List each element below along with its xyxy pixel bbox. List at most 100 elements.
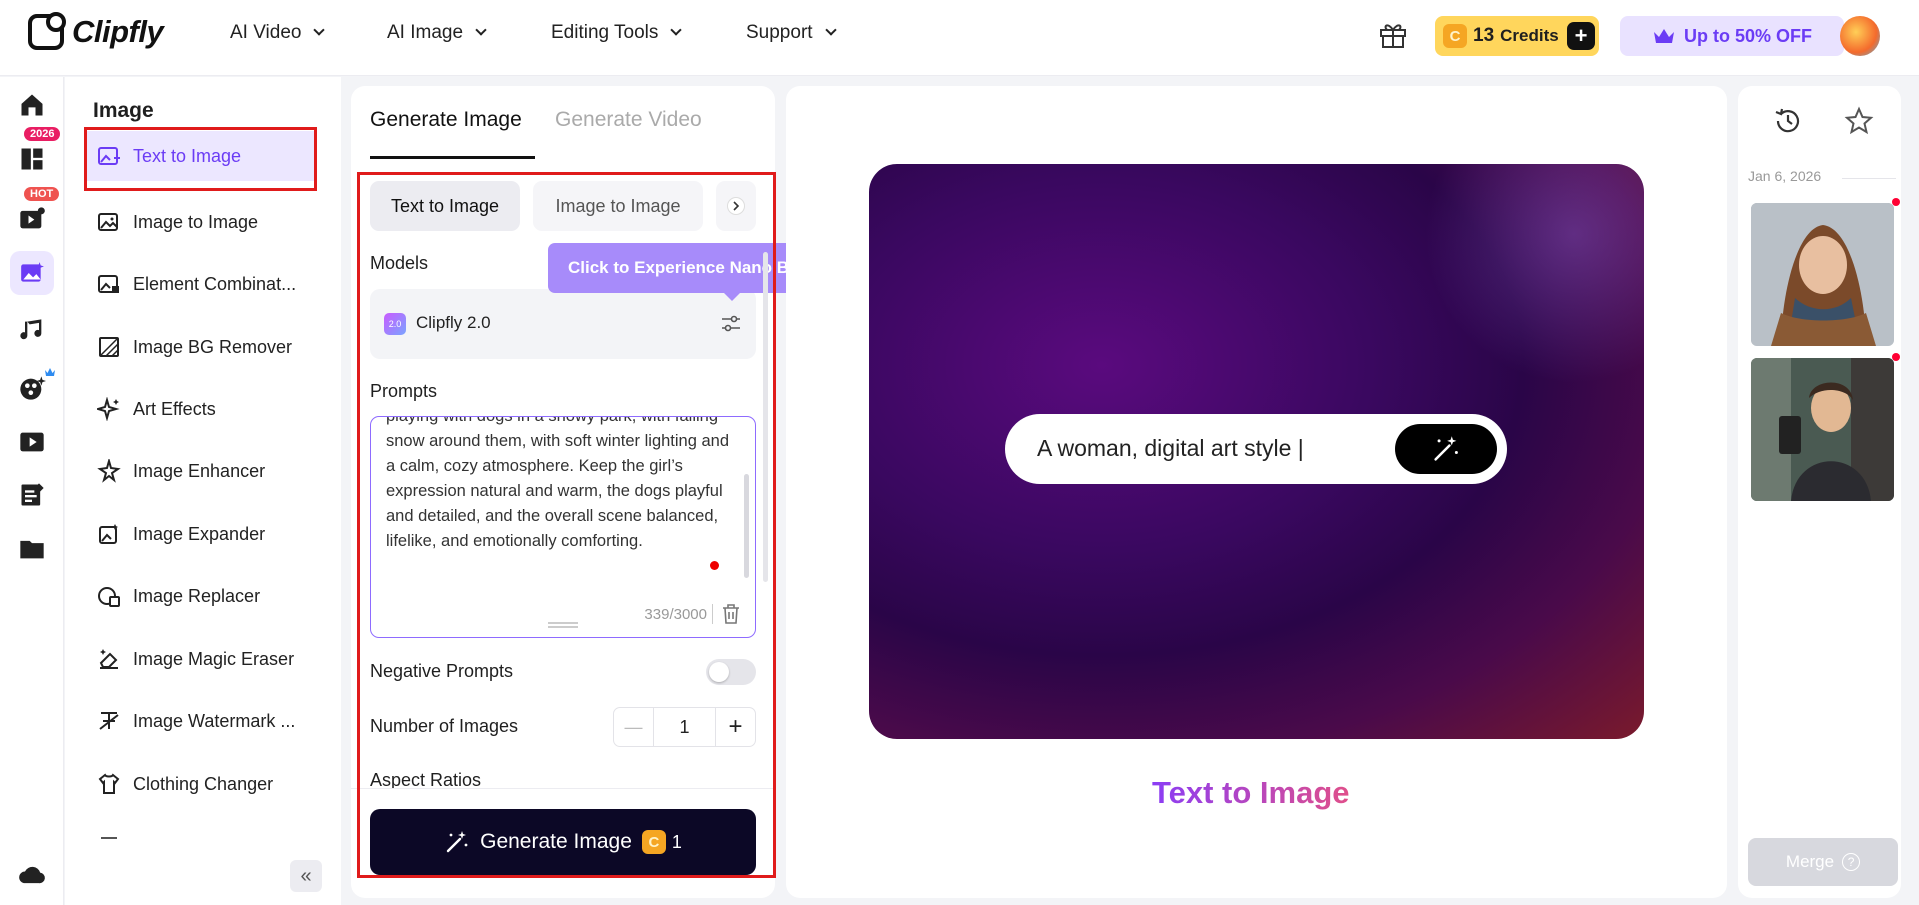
prompt-viewport: playing with dogs in a snowy park, with … <box>371 417 755 593</box>
bg-remover-icon <box>99 337 119 357</box>
tool-label: Image Replacer <box>133 585 261 606</box>
history-thumbnail-1[interactable] <box>1751 203 1894 346</box>
model-name: Clipfly 2.0 <box>416 313 491 332</box>
history-date: Jan 6, 2026 <box>1748 168 1822 184</box>
folder-icon[interactable] <box>18 535 46 563</box>
aspect-ratios-label: Aspect Ratios <box>370 770 482 788</box>
nav-ai-video[interactable]: AI Video <box>230 22 326 44</box>
chevron-down-icon <box>824 24 837 36</box>
tool-art-effects[interactable]: Art Effects <box>85 384 315 434</box>
decrement-button[interactable]: — <box>614 708 654 746</box>
chevron-right-icon <box>727 197 745 215</box>
user-avatar[interactable] <box>1840 16 1880 56</box>
prompt-char-count: 339/3000 <box>644 606 707 623</box>
tab-generate-video[interactable]: Generate Video <box>555 108 702 132</box>
tool-image-enhancer[interactable]: Image Enhancer <box>85 446 315 496</box>
ai-image-icon <box>21 262 44 282</box>
nav-editing-tools[interactable]: Editing Tools <box>551 22 683 44</box>
negative-prompts-toggle[interactable] <box>706 659 756 685</box>
sample-prompt-bar[interactable]: A woman, digital art style | <box>1005 414 1507 484</box>
sample-generate-button[interactable] <box>1395 424 1497 474</box>
magic-wand-icon <box>446 831 468 853</box>
history-clock-icon[interactable] <box>1773 106 1803 136</box>
settings-sliders-icon[interactable] <box>720 313 742 335</box>
chevron-down-icon <box>313 24 326 36</box>
trash-icon[interactable] <box>721 603 741 625</box>
ai-video-icon[interactable] <box>18 205 46 233</box>
magic-eraser-icon <box>99 649 118 669</box>
video-player-icon[interactable] <box>18 428 46 456</box>
models-label: Models <box>370 253 429 273</box>
nav-support[interactable]: Support <box>746 22 837 44</box>
collapse-sidebar-button[interactable]: « <box>290 860 322 892</box>
image-replacer-icon <box>98 587 120 607</box>
generate-image-button[interactable]: Generate Image C 1 <box>370 809 756 875</box>
coin-icon: C <box>641 830 666 854</box>
model-version-badge: 2.0 <box>384 313 406 335</box>
model-selector[interactable]: 2.0 Clipfly 2.0 <box>370 289 756 359</box>
tool-label: Image Watermark ... <box>133 710 296 731</box>
chevron-down-icon <box>670 24 683 36</box>
document-edit-icon[interactable] <box>18 481 46 509</box>
active-tab-underline <box>370 156 535 159</box>
tool-label: Image Enhancer <box>133 460 266 481</box>
history-thumbnail-2[interactable] <box>1751 358 1894 501</box>
tool-image-to-image[interactable]: Image to Image <box>85 197 315 247</box>
prompt-textarea[interactable]: playing with dogs in a snowy park, with … <box>370 416 756 638</box>
favorites-star-icon[interactable] <box>1844 106 1874 136</box>
nav-support-label: Support <box>746 22 813 43</box>
subtab-image-to-image[interactable]: Image to Image <box>533 181 703 231</box>
subtab-text-to-image[interactable]: Text to Image <box>370 181 520 231</box>
tool-image-watermark[interactable]: Image Watermark ... <box>85 696 315 746</box>
notification-dot <box>710 561 719 570</box>
panel-scrollbar[interactable] <box>763 252 768 582</box>
tool-element-combination[interactable]: Element Combinat... <box>85 259 315 309</box>
crown-icon <box>1653 29 1674 43</box>
tools-title: Image <box>93 99 154 122</box>
subtab-next-button[interactable] <box>716 181 756 231</box>
home-icon[interactable] <box>18 91 46 119</box>
new-year-badge: 2026 <box>24 127 61 141</box>
magic-wand-icon <box>1434 436 1458 461</box>
credits-button[interactable]: C 13 Credits + <box>1435 16 1599 56</box>
woman-winter-portrait-image <box>1751 203 1894 346</box>
music-icon[interactable] <box>18 317 46 345</box>
aspect-ratios-peek: Aspect Ratios <box>351 765 775 788</box>
brand-logo[interactable]: Clipfly <box>28 12 164 50</box>
tool-image-replacer[interactable]: Image Replacer <box>85 571 315 621</box>
resize-grip[interactable] <box>548 622 578 628</box>
tool-label: Image to Image <box>133 211 259 232</box>
prompt-scrollbar[interactable] <box>744 474 749 578</box>
offer-button[interactable]: Up to 50% OFF <box>1620 16 1844 56</box>
cloud-icon[interactable] <box>18 861 46 889</box>
ai-image-nav-active[interactable] <box>10 251 54 295</box>
merge-button[interactable]: Merge ? <box>1748 838 1898 886</box>
top-bar: Clipfly AI Video AI Image Editing Tools … <box>0 0 1919 76</box>
new-item-dot <box>1892 198 1900 206</box>
tool-image-expander[interactable]: Image Expander <box>85 509 315 559</box>
help-icon[interactable]: ? <box>1842 853 1861 871</box>
hot-badge: HOT <box>24 187 60 201</box>
tool-label: Art Effects <box>133 398 216 419</box>
tool-image-magic-eraser[interactable]: Image Magic Eraser <box>85 634 315 684</box>
number-of-images-label: Number of Images <box>370 716 519 736</box>
watermark-remover-icon <box>99 712 119 730</box>
effects-icon[interactable] <box>18 374 46 402</box>
negative-prompts-label: Negative Prompts <box>370 661 514 681</box>
generate-label: Generate Image <box>480 830 632 853</box>
add-credits-plus-icon[interactable]: + <box>1567 22 1595 50</box>
tool-image-bg-remover[interactable]: Image BG Remover <box>85 322 315 372</box>
increment-button[interactable]: + <box>715 708 755 746</box>
image-enhancer-icon <box>97 459 121 483</box>
offer-label: Up to 50% OFF <box>1683 25 1812 46</box>
gift-icon[interactable] <box>1378 20 1408 50</box>
tool-clothing-changer[interactable]: Clothing Changer <box>85 759 315 809</box>
tab-generate-image[interactable]: Generate Image <box>370 108 522 132</box>
nav-ai-image[interactable]: AI Image <box>387 22 487 44</box>
templates-icon[interactable] <box>18 145 46 173</box>
clipfly-logo-icon <box>28 12 66 50</box>
sample-prompt-text: A woman, digital art style | <box>1037 435 1304 461</box>
tool-label: Image BG Remover <box>133 336 293 357</box>
image-to-image-icon <box>98 213 118 231</box>
tool-label: Element Combinat... <box>133 273 297 294</box>
